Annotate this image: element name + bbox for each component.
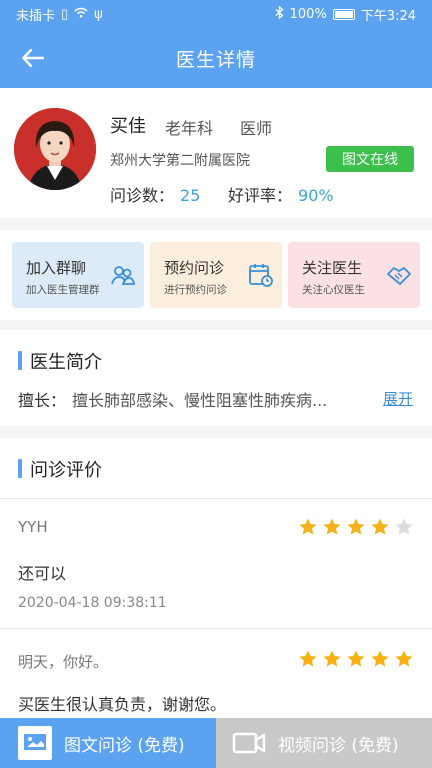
nav-bar: 医生详情 bbox=[0, 28, 432, 88]
action-label: 加入群聊 bbox=[26, 259, 87, 277]
divider bbox=[0, 498, 432, 499]
reviews-section: 问诊评价 YYH 还可以 2020-04-18 09:38:11 明天，你好。 … bbox=[0, 438, 432, 728]
battery-text: 100% bbox=[289, 6, 327, 22]
consult-count-stat: 问诊数： 25 bbox=[110, 182, 200, 206]
bluetooth-icon bbox=[275, 5, 284, 23]
text-consult-label: 图文问诊 (免费) bbox=[64, 735, 185, 756]
video-camera-icon bbox=[232, 726, 266, 760]
star-filled-icon bbox=[371, 518, 389, 535]
back-button[interactable] bbox=[18, 44, 48, 72]
consult-count-label: 问诊数： bbox=[110, 186, 175, 205]
action-label: 预约问诊 bbox=[164, 259, 225, 277]
doctor-title: 医师 bbox=[240, 119, 273, 138]
arrow-left-icon bbox=[22, 49, 44, 67]
action-label: 关注医生 bbox=[302, 259, 363, 277]
section-title: 医生简介 bbox=[18, 348, 102, 374]
rating-value: 90% bbox=[298, 186, 334, 205]
review-stars bbox=[298, 649, 414, 669]
rating-stat: 好评率： 90% bbox=[228, 182, 334, 206]
sim-icon: ▯ bbox=[61, 6, 69, 22]
chat-group-icon bbox=[111, 266, 136, 285]
doctor-hospital: 郑州大学第二附属医院 bbox=[110, 153, 250, 169]
online-status-badge: 图文在线 bbox=[326, 146, 414, 172]
action-cards: 加入群聊 加入医生管理群 预约问诊 进行预约问诊 关注医生 关注心仪医生 bbox=[0, 230, 432, 320]
star-filled-icon bbox=[299, 518, 317, 535]
follow-doctor-button[interactable]: 关注医生 关注心仪医生 bbox=[288, 242, 420, 308]
star-filled-icon bbox=[323, 650, 341, 667]
handshake-icon bbox=[387, 267, 411, 285]
action-sublabel: 关注心仪医生 bbox=[302, 284, 365, 296]
review-stars bbox=[298, 517, 414, 537]
clock-text: 下午3:24 bbox=[360, 8, 416, 24]
review-time: 2020-04-18 09:38:11 bbox=[18, 595, 167, 611]
consult-count-value: 25 bbox=[180, 186, 201, 205]
star-filled-icon bbox=[299, 650, 317, 667]
doctor-intro-section: 医生简介 擅长： 擅长肺部感染、慢性阻塞性肺疾病... 展开 bbox=[0, 330, 432, 426]
specialty-label: 擅长： bbox=[18, 391, 67, 410]
page-title: 医生详情 bbox=[175, 48, 256, 71]
image-text-icon bbox=[18, 726, 52, 760]
review-user: 明天，你好。 bbox=[18, 653, 109, 671]
review-user: YYH bbox=[18, 518, 48, 536]
star-filled-icon bbox=[347, 518, 365, 535]
star-filled-icon bbox=[371, 650, 389, 667]
divider bbox=[0, 628, 432, 629]
carrier-text: 未插卡 bbox=[16, 8, 56, 24]
star-filled-icon bbox=[323, 518, 341, 535]
expand-link[interactable]: 展开 bbox=[383, 388, 413, 409]
star-empty-icon bbox=[395, 518, 413, 535]
bottom-action-bar: 图文问诊 (免费) 视频问诊 (免费) bbox=[0, 718, 432, 768]
battery-icon bbox=[332, 8, 355, 20]
action-sublabel: 加入医生管理群 bbox=[26, 284, 100, 296]
doctor-avatar[interactable] bbox=[14, 108, 96, 190]
action-sublabel: 进行预约问诊 bbox=[164, 284, 227, 296]
doctor-name: 买佳 bbox=[110, 116, 146, 137]
star-filled-icon bbox=[395, 650, 413, 667]
specialty-text: 擅长肺部感染、慢性阻塞性肺疾病... bbox=[72, 391, 328, 410]
review-content: 还可以 bbox=[18, 564, 67, 583]
video-consult-label: 视频问诊 (免费) bbox=[278, 735, 399, 756]
status-bar: 未插卡 ▯ ψ 100% 下午3:24 bbox=[0, 0, 432, 28]
wifi-icon bbox=[74, 7, 88, 22]
text-consult-button[interactable]: 图文问诊 (免费) bbox=[0, 718, 216, 768]
join-group-chat-button[interactable]: 加入群聊 加入医生管理群 bbox=[12, 242, 144, 308]
doctor-department: 老年科 bbox=[165, 119, 214, 138]
doctor-profile-card: 买佳 老年科 医师 郑州大学第二附属医院 图文在线 问诊数： 25 好评率： 90% bbox=[0, 88, 432, 218]
section-title: 问诊评价 bbox=[18, 456, 102, 482]
star-filled-icon bbox=[347, 650, 365, 667]
book-appointment-button[interactable]: 预约问诊 进行预约问诊 bbox=[150, 242, 282, 308]
usb-icon: ψ bbox=[94, 6, 103, 22]
video-consult-button[interactable]: 视频问诊 (免费) bbox=[216, 718, 432, 768]
rating-label: 好评率： bbox=[228, 186, 293, 205]
calendar-icon bbox=[249, 264, 273, 287]
review-content: 买医生很认真负责，谢谢您。 bbox=[18, 695, 227, 714]
